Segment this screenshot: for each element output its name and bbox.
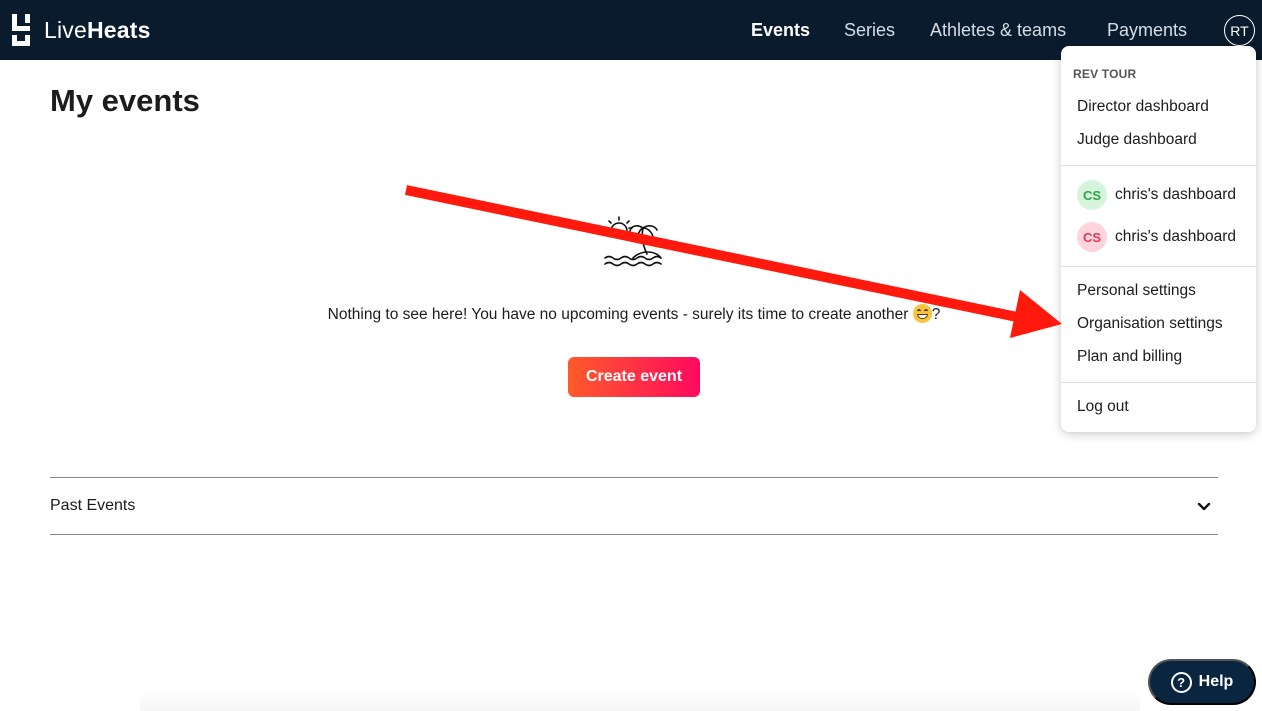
menu-divider: [1061, 266, 1256, 267]
logo-mark-icon: [12, 14, 30, 46]
nav-item-athletes-teams[interactable]: Athletes & teams: [930, 0, 1066, 60]
nav-label: Payments: [1107, 19, 1188, 40]
nav-label: Series: [844, 19, 896, 40]
user-avatar[interactable]: RT: [1224, 15, 1255, 46]
help-label: Help: [1198, 673, 1234, 690]
liveheats-logo[interactable]: LiveHeats: [12, 14, 151, 46]
account-dropdown-menu: REV TOUR Director dashboard Judge dashbo…: [1061, 46, 1256, 432]
nav-label: Athletes & teams: [930, 19, 1067, 40]
nav-label: Events: [751, 19, 811, 40]
athlete-profile-avatar: CS: [1077, 222, 1107, 252]
menu-item-judge-dashboard[interactable]: Judge dashboard: [1077, 131, 1197, 149]
past-events-label: Past Events: [50, 497, 136, 514]
menu-divider: [1061, 165, 1256, 166]
grin-emoji-icon: [912, 304, 932, 323]
menu-item-plan-and-billing[interactable]: Plan and billing: [1077, 348, 1182, 366]
logo-text-light: Live: [44, 16, 87, 43]
empty-state-text: Nothing to see here! You have no upcomin…: [327, 306, 909, 323]
past-events-accordion[interactable]: Past Events: [50, 477, 1218, 535]
menu-item-athlete-dashboard[interactable]: chris's dashboard: [1115, 228, 1236, 246]
nav-item-events[interactable]: Events: [751, 0, 810, 60]
menu-item-athlete-dashboard[interactable]: chris's dashboard: [1115, 186, 1236, 204]
create-event-button[interactable]: Create event: [568, 357, 700, 397]
nav-item-series[interactable]: Series: [844, 0, 895, 60]
question-circle-icon: ?: [1170, 671, 1192, 693]
page-title: My events: [50, 83, 200, 118]
menu-item-log-out[interactable]: Log out: [1077, 398, 1129, 416]
help-button[interactable]: ? Help: [1148, 659, 1256, 705]
organisation-name: REV TOUR: [1073, 67, 1137, 81]
logo-text-bold: Heats: [87, 16, 151, 43]
logo-text: LiveHeats: [44, 17, 151, 44]
chevron-down-icon: [1197, 502, 1211, 511]
island-icon: [604, 216, 662, 267]
athlete-profile-avatar: CS: [1077, 180, 1107, 210]
bottom-shadow: [140, 690, 1140, 711]
menu-item-director-dashboard[interactable]: Director dashboard: [1077, 98, 1209, 116]
empty-state-suffix: ?: [931, 306, 941, 323]
menu-item-organisation-settings[interactable]: Organisation settings: [1077, 315, 1223, 333]
menu-item-personal-settings[interactable]: Personal settings: [1077, 282, 1196, 300]
menu-divider: [1061, 382, 1256, 383]
